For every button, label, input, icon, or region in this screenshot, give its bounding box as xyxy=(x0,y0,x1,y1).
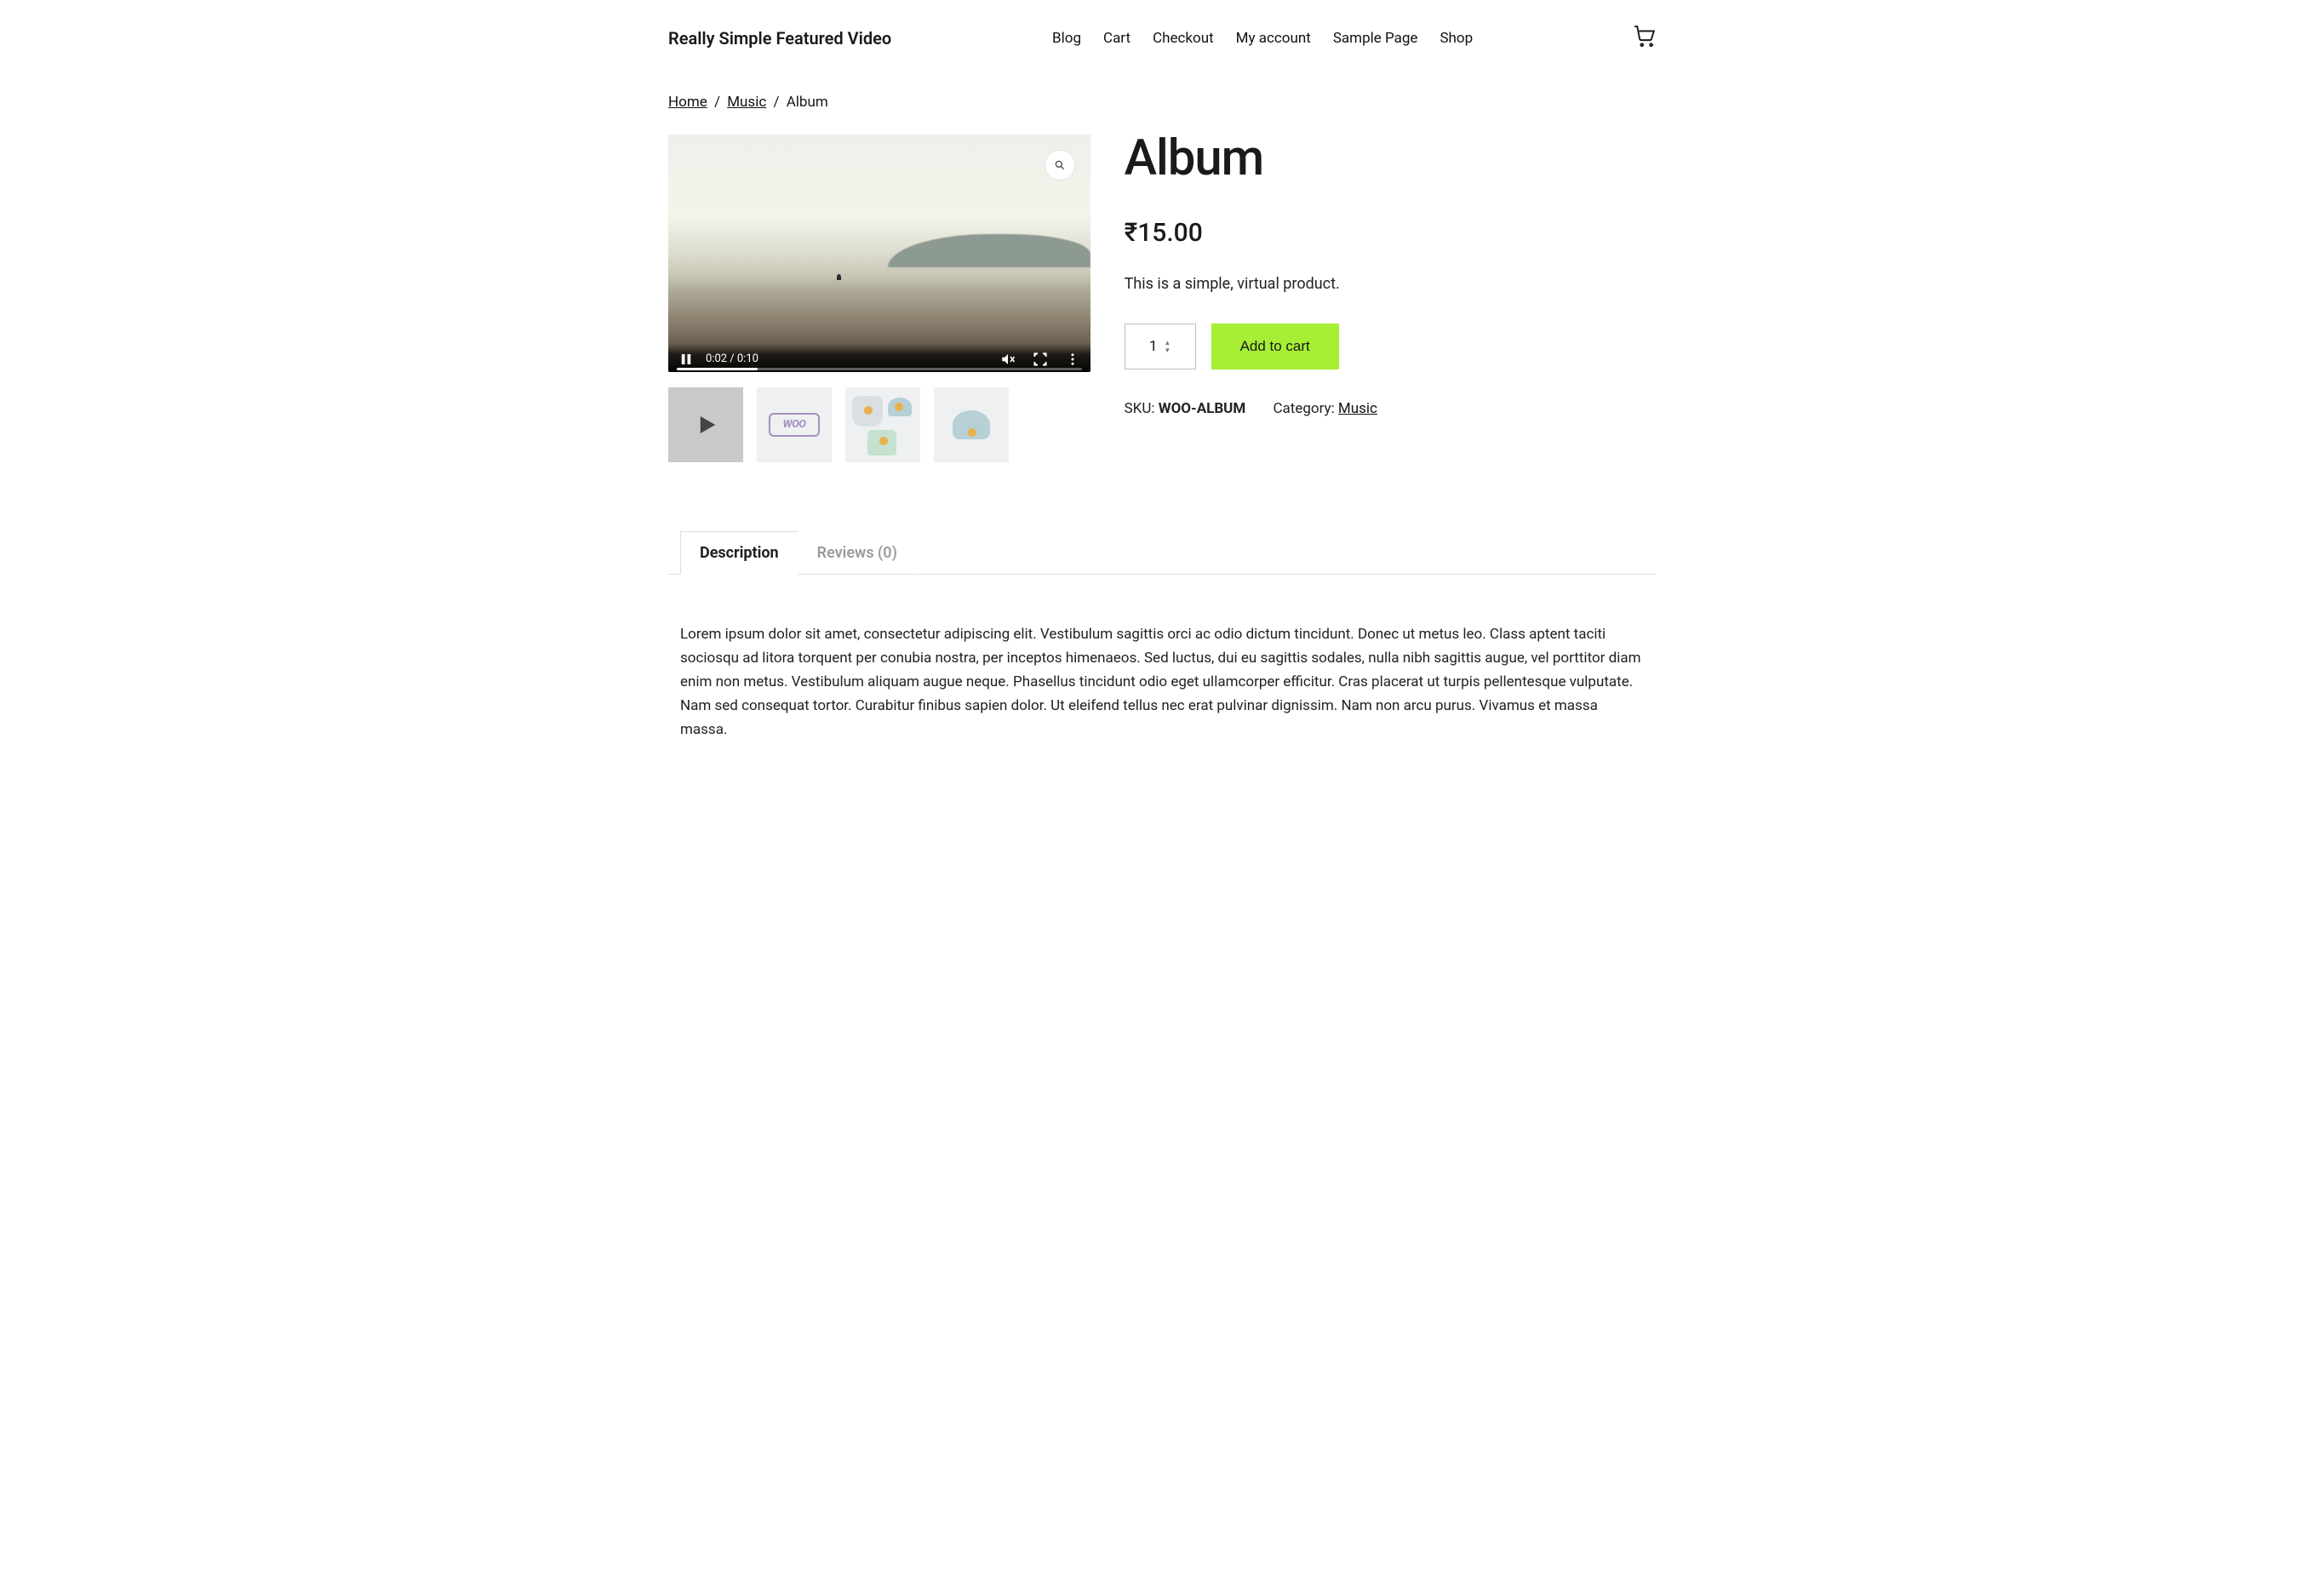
mute-icon[interactable] xyxy=(1000,352,1016,367)
pause-icon[interactable] xyxy=(678,352,694,367)
nav-sample-page[interactable]: Sample Page xyxy=(1333,30,1418,47)
sku-label: SKU: xyxy=(1125,400,1155,417)
nav-checkout[interactable]: Checkout xyxy=(1153,30,1214,47)
video-progress[interactable] xyxy=(677,368,1082,370)
nav-cart[interactable]: Cart xyxy=(1103,30,1131,47)
short-description: This is a simple, virtual product. xyxy=(1125,275,1656,293)
play-icon xyxy=(693,412,718,438)
sku-row: SKU: WOO-ALBUM xyxy=(1125,400,1246,417)
main-nav: Blog Cart Checkout My account Sample Pag… xyxy=(1052,30,1473,47)
product-summary: Album ₹15.00 This is a simple, virtual p… xyxy=(1125,135,1656,417)
category-row: Category: Music xyxy=(1273,400,1377,417)
category-link[interactable]: Music xyxy=(1338,400,1377,417)
breadcrumb-sep: / xyxy=(773,94,779,111)
nav-my-account[interactable]: My account xyxy=(1236,30,1311,47)
woo-logo: WOO xyxy=(769,413,820,437)
quantity-value: 1 xyxy=(1149,338,1158,355)
fullscreen-icon[interactable] xyxy=(1033,352,1048,367)
thumb-album-cover[interactable]: WOO xyxy=(757,387,832,462)
breadcrumb-home[interactable]: Home xyxy=(668,94,707,111)
chevron-down-icon[interactable]: ▼ xyxy=(1164,347,1171,354)
price-amount: 15.00 xyxy=(1137,218,1203,248)
sku-value: WOO-ALBUM xyxy=(1159,400,1246,417)
breadcrumb-sep: / xyxy=(714,94,720,111)
tab-reviews[interactable]: Reviews (0) xyxy=(798,531,917,575)
site-header: Really Simple Featured Video Blog Cart C… xyxy=(668,0,1656,94)
product-tabs: Description Reviews (0) xyxy=(668,530,1656,575)
site-title[interactable]: Really Simple Featured Video xyxy=(668,28,891,49)
zoom-button[interactable] xyxy=(1045,150,1075,180)
quantity-spinners[interactable]: ▲ ▼ xyxy=(1164,340,1171,354)
nav-blog[interactable]: Blog xyxy=(1052,30,1081,47)
category-label: Category: xyxy=(1273,400,1334,417)
tab-description[interactable]: Description xyxy=(680,531,799,575)
product-meta: SKU: WOO-ALBUM Category: Music xyxy=(1125,400,1656,417)
breadcrumb-category[interactable]: Music xyxy=(727,94,766,111)
product-gallery: 0:02 / 0:10 xyxy=(668,135,1090,462)
gallery-thumbnails: WOO xyxy=(668,387,1090,462)
thumb-apparel-set[interactable] xyxy=(845,387,920,462)
currency-symbol: ₹ xyxy=(1125,218,1138,248)
breadcrumb: Home / Music / Album xyxy=(668,94,1656,111)
add-to-cart-button[interactable]: Add to cart xyxy=(1211,324,1339,369)
video-time: 0:02 / 0:10 xyxy=(706,352,758,365)
add-to-cart-form: 1 ▲ ▼ Add to cart xyxy=(1125,324,1656,369)
more-icon[interactable] xyxy=(1065,352,1080,367)
nav-shop[interactable]: Shop xyxy=(1440,30,1473,47)
chevron-up-icon[interactable]: ▲ xyxy=(1164,340,1171,346)
description-body: Lorem ipsum dolor sit amet, consectetur … xyxy=(680,622,1644,742)
thumb-video[interactable] xyxy=(668,387,743,462)
product-price: ₹15.00 xyxy=(1125,218,1656,248)
video-controls: 0:02 / 0:10 xyxy=(668,343,1090,372)
cart-icon[interactable] xyxy=(1634,26,1656,51)
product-title: Album xyxy=(1125,129,1656,187)
breadcrumb-current: Album xyxy=(787,94,828,111)
tab-panel-description: Lorem ipsum dolor sit amet, consectetur … xyxy=(668,575,1656,776)
quantity-stepper[interactable]: 1 ▲ ▼ xyxy=(1125,324,1196,369)
product: 0:02 / 0:10 xyxy=(668,135,1656,462)
featured-video[interactable]: 0:02 / 0:10 xyxy=(668,135,1090,372)
thumb-beanie[interactable] xyxy=(934,387,1009,462)
